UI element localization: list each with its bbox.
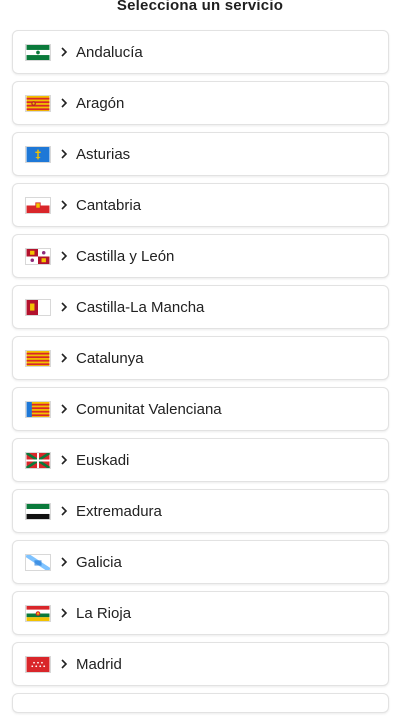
list-item-label: Extremadura: [76, 502, 162, 520]
chevron-right-icon: [61, 251, 68, 261]
list-item-label: Castilla y León: [76, 247, 175, 265]
catalunya-flag-icon: [25, 349, 51, 367]
list-item-label: La Rioja: [76, 604, 132, 622]
chevron-right-icon: [61, 659, 68, 669]
list-item-castilla-la-mancha[interactable]: Castilla-La Mancha: [12, 285, 389, 329]
chevron-right-icon: [61, 149, 68, 159]
list-item-label: Madrid: [76, 655, 122, 673]
page-title: Selecciona un servicio: [116, 0, 284, 14]
list-item-la-rioja[interactable]: La Rioja: [12, 591, 389, 635]
list-item-label: Cantabria: [76, 196, 142, 214]
chevron-right-icon: [61, 200, 68, 210]
chevron-right-icon: [61, 506, 68, 516]
chevron-right-icon: [61, 47, 68, 57]
list-item-castilla-leon[interactable]: Castilla y León: [12, 234, 389, 278]
list-item-aragon[interactable]: Aragón: [12, 81, 389, 125]
chevron-right-icon: [61, 404, 68, 414]
list-item-extremadura[interactable]: Extremadura: [12, 489, 389, 533]
list-item-label: Asturias: [76, 145, 131, 163]
la-rioja-flag-icon: [25, 604, 51, 622]
list-item-label: Castilla-La Mancha: [76, 298, 205, 316]
list-item-comunitat-valenciana[interactable]: Comunitat Valenciana: [12, 387, 389, 431]
asturias-flag-icon: [25, 145, 51, 163]
chevron-right-icon: [61, 608, 68, 618]
castilla-la-mancha-flag-icon: [25, 298, 51, 316]
list-item-label: Galicia: [76, 553, 122, 571]
list-item-cantabria[interactable]: Cantabria: [12, 183, 389, 227]
valenciana-flag-icon: [25, 400, 51, 418]
region-list: Andalucía Aragón Asturias Cantabria Cast…: [12, 30, 389, 720]
list-item-label: Euskadi: [76, 451, 130, 469]
chevron-right-icon: [61, 98, 68, 108]
castilla-leon-flag-icon: [25, 247, 51, 265]
list-item-madrid[interactable]: Madrid: [12, 642, 389, 686]
chevron-right-icon: [61, 455, 68, 465]
euskadi-flag-icon: [25, 451, 51, 469]
list-item-partial[interactable]: [12, 693, 389, 713]
madrid-flag-icon: [25, 655, 51, 673]
list-item-label: Andalucía: [76, 43, 143, 61]
list-item-galicia[interactable]: Galicia: [12, 540, 389, 584]
list-item-euskadi[interactable]: Euskadi: [12, 438, 389, 482]
extremadura-flag-icon: [25, 502, 51, 520]
aragon-flag-icon: [25, 94, 51, 112]
andalucia-flag-icon: [25, 43, 51, 61]
list-item-asturias[interactable]: Asturias: [12, 132, 389, 176]
cantabria-flag-icon: [25, 196, 51, 214]
galicia-flag-icon: [25, 553, 51, 571]
list-item-label: Comunitat Valenciana: [76, 400, 222, 418]
chevron-right-icon: [61, 353, 68, 363]
chevron-right-icon: [61, 302, 68, 312]
list-item-label: Catalunya: [76, 349, 144, 367]
list-item-catalunya[interactable]: Catalunya: [12, 336, 389, 380]
list-item-label: Aragón: [76, 94, 125, 112]
list-item-andalucia[interactable]: Andalucía: [12, 30, 389, 74]
chevron-right-icon: [61, 557, 68, 567]
